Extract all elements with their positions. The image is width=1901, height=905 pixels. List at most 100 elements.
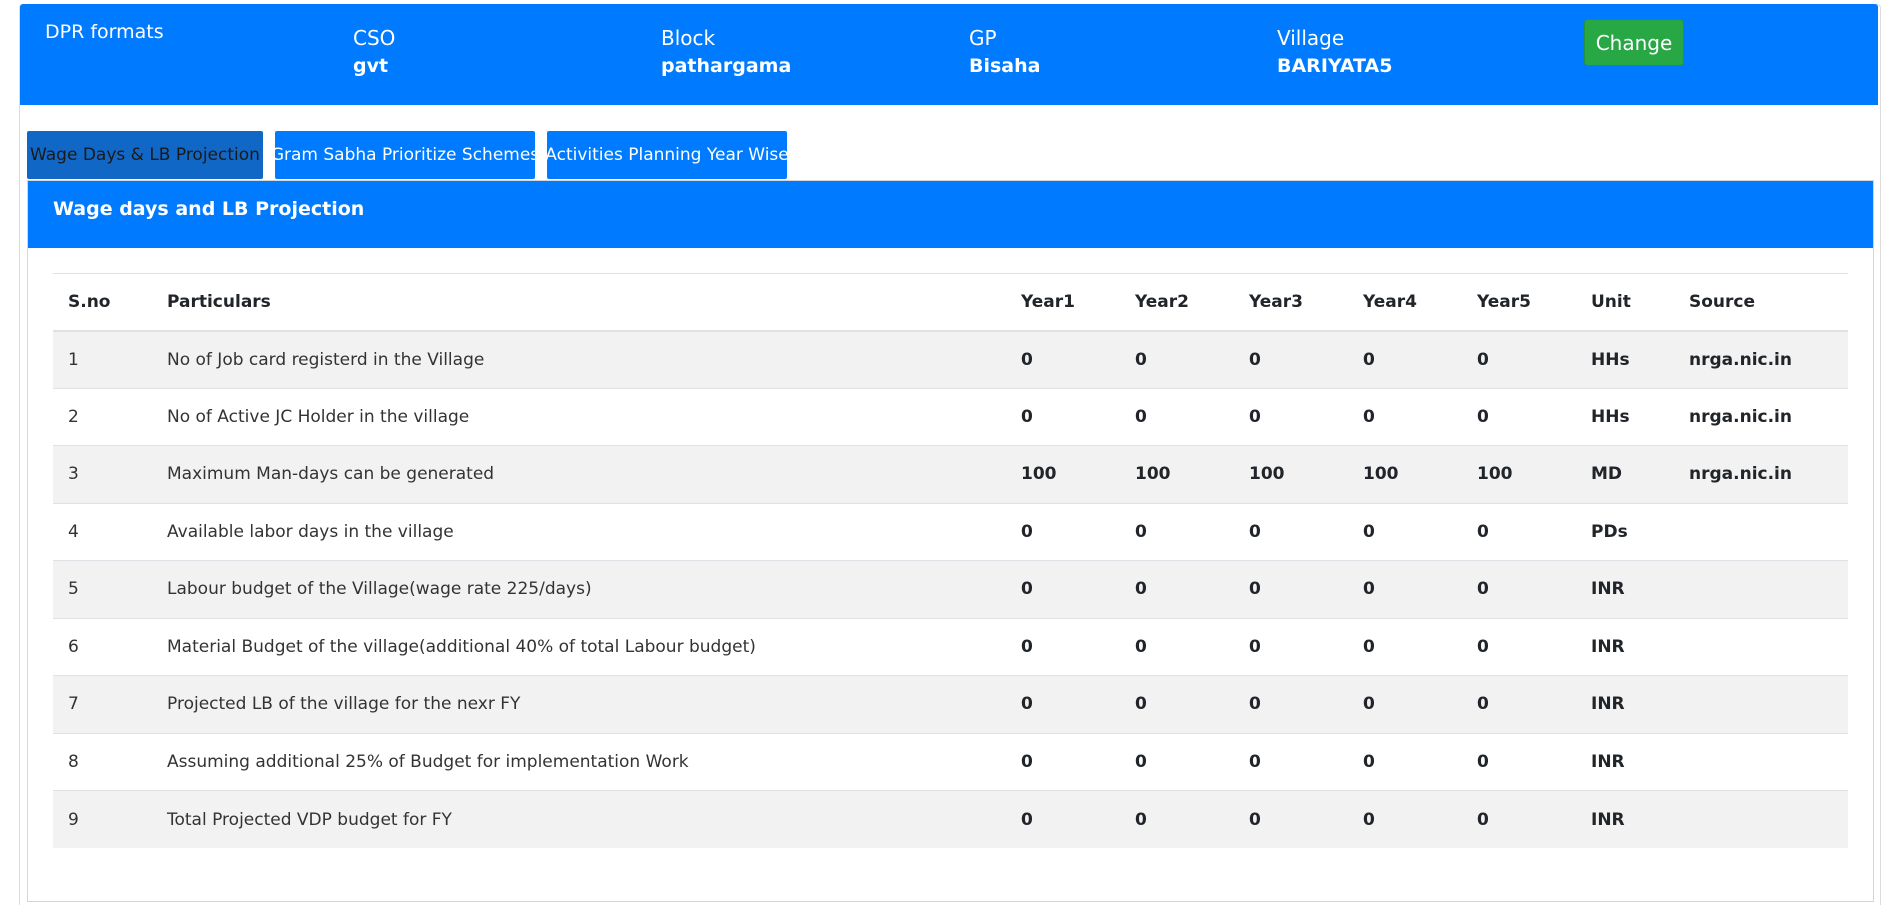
year3-cell: 0: [1249, 579, 1261, 600]
table-row: 8 Assuming additional 25% of Budget for i…: [53, 733, 1848, 791]
col-header-year2: Year2: [1135, 291, 1189, 312]
col-header-year3: Year3: [1249, 291, 1303, 312]
col-header-source: Source: [1689, 291, 1756, 312]
year1-cell: 0: [1021, 406, 1033, 427]
block-label: Block: [661, 26, 716, 50]
unit-cell: INR: [1591, 579, 1625, 600]
year1-cell: 0: [1021, 751, 1033, 772]
source-cell: nrga.nic.in: [1689, 406, 1792, 427]
col-header-unit: Unit: [1591, 291, 1631, 312]
year2-cell: 0: [1135, 406, 1147, 427]
year3-cell: 0: [1249, 521, 1261, 542]
year5-cell: 0: [1477, 349, 1489, 370]
year5-cell: 0: [1477, 636, 1489, 657]
gp-field: GP Bisaha: [969, 24, 1040, 80]
year1-cell: 0: [1021, 521, 1033, 542]
particulars-cell: Labour budget of the Village(wage rate 2…: [167, 579, 592, 600]
unit-cell: INR: [1591, 751, 1625, 772]
unit-cell: INR: [1591, 636, 1625, 657]
unit-cell: MD: [1591, 464, 1623, 485]
year3-cell: 100: [1249, 464, 1285, 485]
year5-cell: 100: [1477, 464, 1513, 485]
year1-cell: 0: [1021, 809, 1033, 830]
sno-cell: 9: [68, 809, 79, 830]
table-row: 3 Maximum Man-days can be generated 100 100…: [53, 445, 1848, 503]
table-row: 4 Available labor days in the village 0 0 0 0…: [53, 503, 1848, 561]
year2-cell: 0: [1135, 579, 1147, 600]
particulars-cell: Projected LB of the village for the nexr…: [167, 694, 521, 715]
particulars-cell: Material Budget of the village(additiona…: [167, 636, 756, 657]
gp-label: GP: [969, 26, 997, 50]
year1-cell: 0: [1021, 579, 1033, 600]
panel-header: Wage days and LB Projection: [28, 181, 1873, 248]
top-bar: DPR formats CSO gvt Block pathargama GP …: [20, 4, 1878, 105]
year2-cell: 100: [1135, 464, 1171, 485]
particulars-cell: Assuming additional 25% of Budget for im…: [167, 751, 689, 772]
tab-gram-sabha[interactable]: Gram Sabha Prioritize Schemes: [271, 131, 539, 179]
unit-cell: PDs: [1591, 521, 1628, 542]
village-field: Village BARIYATA5: [1277, 24, 1392, 80]
unit-cell: HHs: [1591, 406, 1630, 427]
unit-cell: INR: [1591, 809, 1625, 830]
table-row: 9 Total Projected VDP budget for FY 0 0 0 0 0 I…: [53, 790, 1848, 848]
year3-cell: 0: [1249, 694, 1261, 715]
year4-cell: 0: [1363, 809, 1375, 830]
sno-cell: 1: [68, 349, 79, 370]
sno-cell: 8: [68, 751, 79, 772]
projection-table: S.no Particulars Year1 Year2 Year3 Year4…: [53, 273, 1848, 848]
year5-cell: 0: [1477, 579, 1489, 600]
year3-cell: 0: [1249, 809, 1261, 830]
source-cell: [1674, 733, 1848, 791]
year2-cell: 0: [1135, 636, 1147, 657]
source-cell: [1674, 503, 1848, 561]
gp-value: Bisaha: [969, 55, 1041, 77]
year5-cell: 0: [1477, 809, 1489, 830]
year4-cell: 0: [1363, 694, 1375, 715]
unit-cell: HHs: [1591, 349, 1630, 370]
year4-cell: 100: [1363, 464, 1399, 485]
year2-cell: 0: [1135, 521, 1147, 542]
year3-cell: 0: [1249, 636, 1261, 657]
year5-cell: 0: [1477, 521, 1489, 542]
source-cell: [1674, 676, 1848, 734]
table-row: 2 No of Active JC Holder in the village 0 0…: [53, 388, 1848, 446]
table-row: 7 Projected LB of the village for the nex…: [53, 675, 1848, 734]
source-cell: nrga.nic.in: [1689, 349, 1792, 370]
wage-days-panel: Wage days and LB Projection S.no Particu…: [27, 180, 1874, 902]
cso-label: CSO: [353, 26, 396, 50]
particulars-cell: No of Active JC Holder in the village: [167, 406, 470, 427]
tab-activities-planning[interactable]: Activities Planning Year Wise: [545, 131, 789, 179]
tab-wage-days[interactable]: Wage Days & LB Projection: [27, 131, 263, 179]
village-label: Village: [1277, 26, 1345, 50]
cso-field: CSO gvt: [353, 24, 395, 80]
year4-cell: 0: [1363, 579, 1375, 600]
year4-cell: 0: [1363, 751, 1375, 772]
source-cell: [1674, 618, 1848, 676]
year5-cell: 0: [1477, 694, 1489, 715]
year1-cell: 0: [1021, 636, 1033, 657]
particulars-cell: Total Projected VDP budget for FY: [167, 809, 452, 830]
brand-title: DPR formats: [45, 21, 164, 43]
year3-cell: 0: [1249, 349, 1261, 370]
year1-cell: 0: [1021, 694, 1033, 715]
year1-cell: 0: [1021, 349, 1033, 370]
table-body: 1 No of Job card registerd in the Village…: [53, 330, 1848, 848]
col-header-sno: S.no: [68, 291, 111, 312]
block-field: Block pathargama: [661, 24, 791, 80]
col-header-year1: Year1: [1021, 291, 1075, 312]
year1-cell: 100: [1021, 464, 1057, 485]
col-header-year4: Year4: [1363, 291, 1417, 312]
sno-cell: 3: [68, 464, 79, 485]
change-button[interactable]: Change: [1584, 19, 1684, 66]
particulars-cell: No of Job card registerd in the Village: [167, 349, 485, 370]
particulars-cell: Maximum Man-days can be generated: [167, 464, 495, 485]
unit-cell: INR: [1591, 694, 1625, 715]
year3-cell: 0: [1249, 751, 1261, 772]
sno-cell: 2: [68, 406, 79, 427]
table-row: 5 Labour budget of the Village(wage rate …: [53, 560, 1848, 618]
panel-title: Wage days and LB Projection: [53, 198, 365, 220]
particulars-cell: Available labor days in the village: [167, 521, 454, 542]
year2-cell: 0: [1135, 349, 1147, 370]
source-cell: nrga.nic.in: [1689, 464, 1792, 485]
table-row: 6 Material Budget of the village(addition…: [53, 618, 1848, 676]
